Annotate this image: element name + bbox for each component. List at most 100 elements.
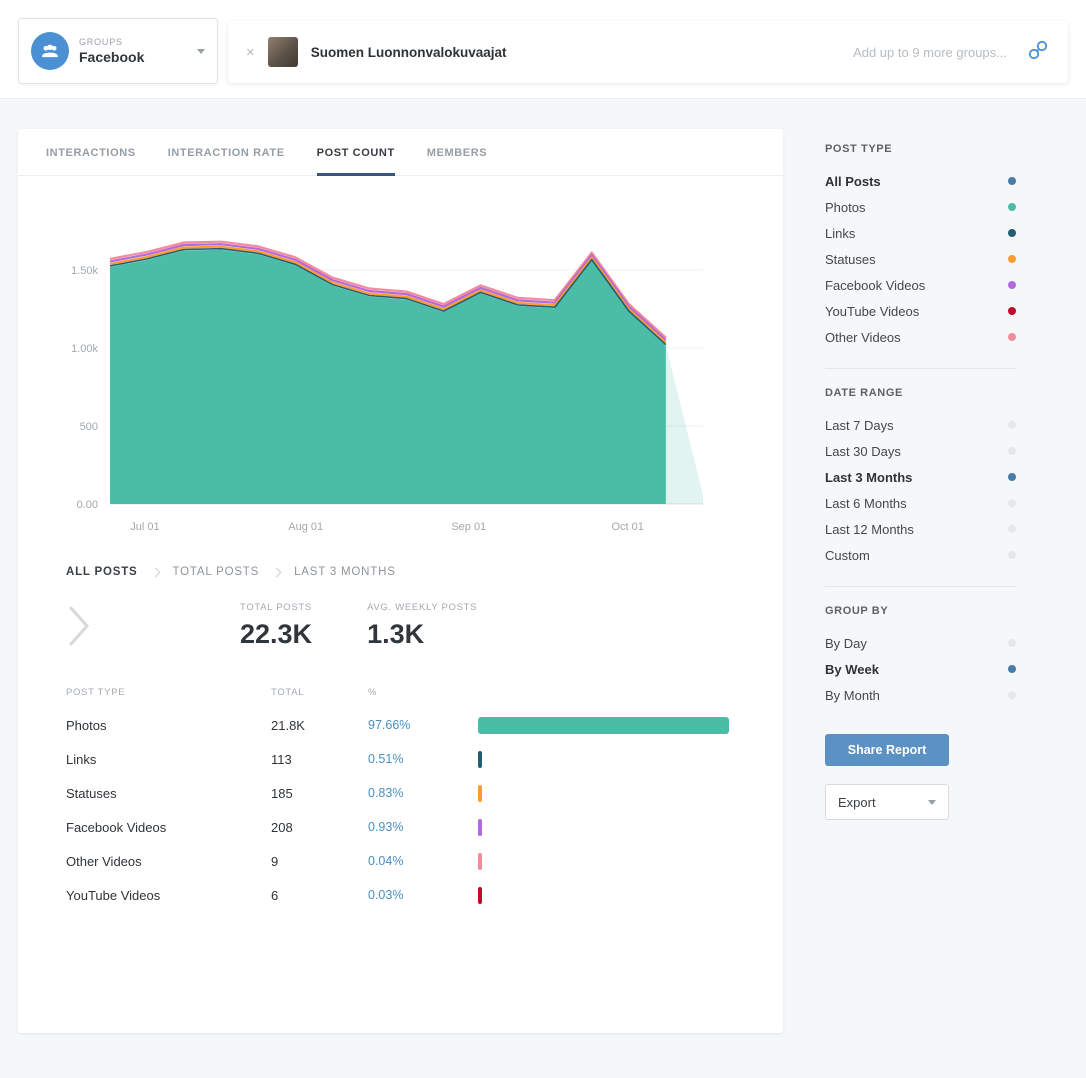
- row-percent: 0.83%: [368, 786, 478, 800]
- filter-label: Facebook Videos: [825, 278, 925, 293]
- range-last-3-months[interactable]: Last 3 Months: [825, 464, 1016, 490]
- filter-label: By Week: [825, 662, 879, 677]
- filter-photos[interactable]: Photos: [825, 194, 1016, 220]
- groups-icon: [31, 32, 69, 70]
- table-row[interactable]: Statuses 185 0.83%: [66, 776, 735, 810]
- groups-source-selector[interactable]: GROUPS Facebook: [18, 18, 218, 84]
- color-dot: [1008, 639, 1016, 647]
- stat-total-posts: TOTAL POSTS 22.3K: [240, 602, 312, 650]
- row-total: 9: [271, 854, 368, 869]
- date-range-title: DATE RANGE: [825, 387, 1016, 399]
- stat-value: 1.3K: [367, 619, 477, 650]
- export-dropdown[interactable]: Export: [825, 784, 949, 820]
- row-total: 6: [271, 888, 368, 903]
- groups-label: GROUPS: [79, 37, 144, 47]
- svg-text:Sep 01: Sep 01: [451, 521, 486, 533]
- table-row[interactable]: Facebook Videos 208 0.93%: [66, 810, 735, 844]
- filter-label: Other Videos: [825, 330, 901, 345]
- summary-stats: TOTAL POSTS 22.3K AVG. WEEKLY POSTS 1.3K: [66, 602, 783, 650]
- row-percent: 0.51%: [368, 752, 478, 766]
- range-last-30-days[interactable]: Last 30 Days: [825, 438, 1016, 464]
- breadcrumb: ALL POSTS TOTAL POSTS LAST 3 MONTHS: [66, 566, 783, 578]
- post-type-title: POST TYPE: [825, 143, 1016, 155]
- row-bar: [478, 853, 482, 870]
- color-dot: [1008, 551, 1016, 559]
- color-dot: [1008, 177, 1016, 185]
- color-dot: [1008, 499, 1016, 507]
- selected-groups-strip: × Suomen Luonnonvalokuvaajat: [228, 21, 1068, 83]
- table-row[interactable]: Other Videos 9 0.04%: [66, 844, 735, 878]
- filter-statuses[interactable]: Statuses: [825, 246, 1016, 272]
- range-last-6-months[interactable]: Last 6 Months: [825, 490, 1016, 516]
- divider: [825, 586, 1016, 587]
- color-dot: [1008, 473, 1016, 481]
- row-type: Other Videos: [66, 854, 271, 869]
- post-count-chart: 1.50k1.00k5000.00Jul 01Aug 01Sep 01Oct 0…: [38, 190, 758, 542]
- col-total: TOTAL: [271, 687, 368, 698]
- range-custom[interactable]: Custom: [825, 542, 1016, 568]
- chevron-right-icon: [272, 567, 282, 577]
- filter-all-posts[interactable]: All Posts: [825, 168, 1016, 194]
- color-dot: [1008, 333, 1016, 341]
- svg-text:Oct 01: Oct 01: [611, 521, 643, 533]
- row-bar: [478, 785, 482, 802]
- tab-members[interactable]: MEMBERS: [427, 129, 487, 176]
- post-type-table: POST TYPE TOTAL % Photos 21.8K 97.66% Li…: [66, 680, 735, 912]
- add-groups-input[interactable]: [520, 45, 1007, 60]
- row-total: 113: [271, 752, 368, 767]
- tab-bar: INTERACTIONS INTERACTION RATE POST COUNT…: [18, 129, 783, 176]
- row-percent: 0.93%: [368, 820, 478, 834]
- table-row[interactable]: Photos 21.8K 97.66%: [66, 708, 735, 742]
- group-by-week[interactable]: By Week: [825, 656, 1016, 682]
- tab-post-count[interactable]: POST COUNT: [317, 129, 395, 176]
- row-bar: [478, 751, 482, 768]
- stat-label: TOTAL POSTS: [240, 602, 312, 613]
- filter-other-videos[interactable]: Other Videos: [825, 324, 1016, 350]
- range-last-12-months[interactable]: Last 12 Months: [825, 516, 1016, 542]
- row-percent: 0.03%: [368, 888, 478, 902]
- row-bar: [478, 717, 729, 734]
- svg-text:Jul 01: Jul 01: [130, 521, 159, 533]
- drilldown-chevron-icon[interactable]: [66, 603, 92, 649]
- analytics-card: INTERACTIONS INTERACTION RATE POST COUNT…: [18, 129, 783, 1033]
- stat-value: 22.3K: [240, 619, 312, 650]
- group-by-month[interactable]: By Month: [825, 682, 1016, 708]
- table-header-row: POST TYPE TOTAL %: [66, 680, 735, 704]
- table-row[interactable]: YouTube Videos 6 0.03%: [66, 878, 735, 912]
- row-type: Photos: [66, 718, 271, 733]
- table-row[interactable]: Links 113 0.51%: [66, 742, 735, 776]
- filter-label: Photos: [825, 200, 865, 215]
- color-dot: [1008, 203, 1016, 211]
- row-total: 185: [271, 786, 368, 801]
- row-total: 208: [271, 820, 368, 835]
- range-last-7-days[interactable]: Last 7 Days: [825, 412, 1016, 438]
- remove-group-button[interactable]: ×: [246, 44, 255, 61]
- link-icon[interactable]: [1026, 38, 1050, 67]
- col-post-type: POST TYPE: [66, 687, 271, 698]
- filter-links[interactable]: Links: [825, 220, 1016, 246]
- filter-label: Last 6 Months: [825, 496, 907, 511]
- filter-youtube-videos[interactable]: YouTube Videos: [825, 298, 1016, 324]
- breadcrumb-metric[interactable]: TOTAL POSTS: [173, 566, 260, 578]
- tab-interactions[interactable]: INTERACTIONS: [46, 129, 136, 176]
- platform-name: Facebook: [79, 49, 144, 65]
- svg-text:Aug 01: Aug 01: [288, 521, 323, 533]
- page-body: INTERACTIONS INTERACTION RATE POST COUNT…: [0, 99, 1086, 1059]
- color-dot: [1008, 525, 1016, 533]
- group-by-day[interactable]: By Day: [825, 630, 1016, 656]
- breadcrumb-post-type[interactable]: ALL POSTS: [66, 566, 138, 578]
- filter-label: Last 3 Months: [825, 470, 912, 485]
- color-dot: [1008, 421, 1016, 429]
- tab-interaction-rate[interactable]: INTERACTION RATE: [168, 129, 285, 176]
- svg-text:500: 500: [80, 421, 98, 433]
- color-dot: [1008, 665, 1016, 673]
- filter-facebook-videos[interactable]: Facebook Videos: [825, 272, 1016, 298]
- row-type: Facebook Videos: [66, 820, 271, 835]
- svg-text:1.50k: 1.50k: [71, 265, 98, 277]
- export-label: Export: [838, 795, 876, 810]
- stat-label: AVG. WEEKLY POSTS: [367, 602, 477, 613]
- share-report-button[interactable]: Share Report: [825, 734, 949, 766]
- color-dot: [1008, 307, 1016, 315]
- breadcrumb-range[interactable]: LAST 3 MONTHS: [294, 566, 396, 578]
- stat-avg-weekly-posts: AVG. WEEKLY POSTS 1.3K: [367, 602, 477, 650]
